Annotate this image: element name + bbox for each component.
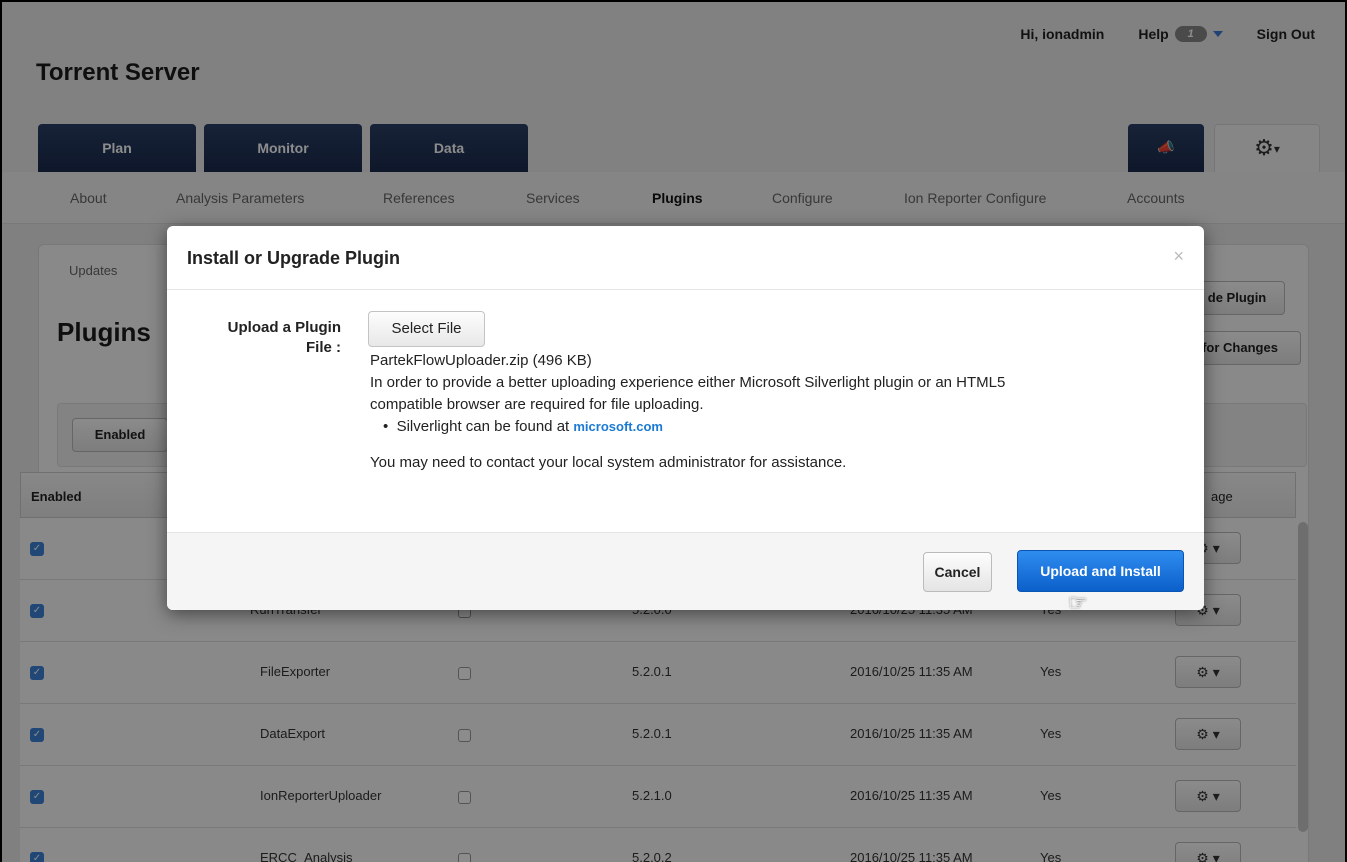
upload-field-label: Upload a Plugin File :	[191, 318, 341, 358]
dialog-footer: Cancel Upload and Install	[167, 532, 1204, 610]
upload-message-line-1: In order to provide a better uploading e…	[370, 374, 1006, 391]
upload-label-line-2: File :	[305, 339, 341, 356]
dialog-body: Upload a Plugin File : Select File Parte…	[167, 290, 1204, 530]
app-window: Torrent Server Hi, ionadmin Help 1 Sign …	[0, 0, 1347, 862]
contact-admin-text: You may need to contact your local syste…	[370, 454, 847, 471]
upload-label-line-1: Upload a Plugin	[227, 319, 341, 336]
hand-cursor-icon: ☞	[1068, 590, 1088, 615]
microsoft-link[interactable]: microsoft.com	[573, 419, 663, 434]
bullet: •	[383, 418, 397, 435]
dialog-title: Install or Upgrade Plugin	[187, 248, 401, 268]
close-icon[interactable]: ×	[1173, 246, 1184, 267]
selected-filename: PartekFlowUploader.zip (496 KB)	[370, 352, 592, 369]
install-plugin-dialog: Install or Upgrade Plugin × Upload a Plu…	[167, 226, 1204, 610]
select-file-button[interactable]: Select File	[368, 311, 485, 347]
cancel-button[interactable]: Cancel	[923, 552, 992, 592]
upload-message-line-2: compatible browser are required for file…	[370, 396, 704, 413]
silverlight-item: • Silverlight can be found at microsoft.…	[383, 418, 663, 435]
dialog-header: Install or Upgrade Plugin ×	[167, 226, 1204, 290]
upload-and-install-button[interactable]: Upload and Install	[1017, 550, 1184, 592]
silverlight-text: Silverlight can be found at	[396, 418, 574, 435]
